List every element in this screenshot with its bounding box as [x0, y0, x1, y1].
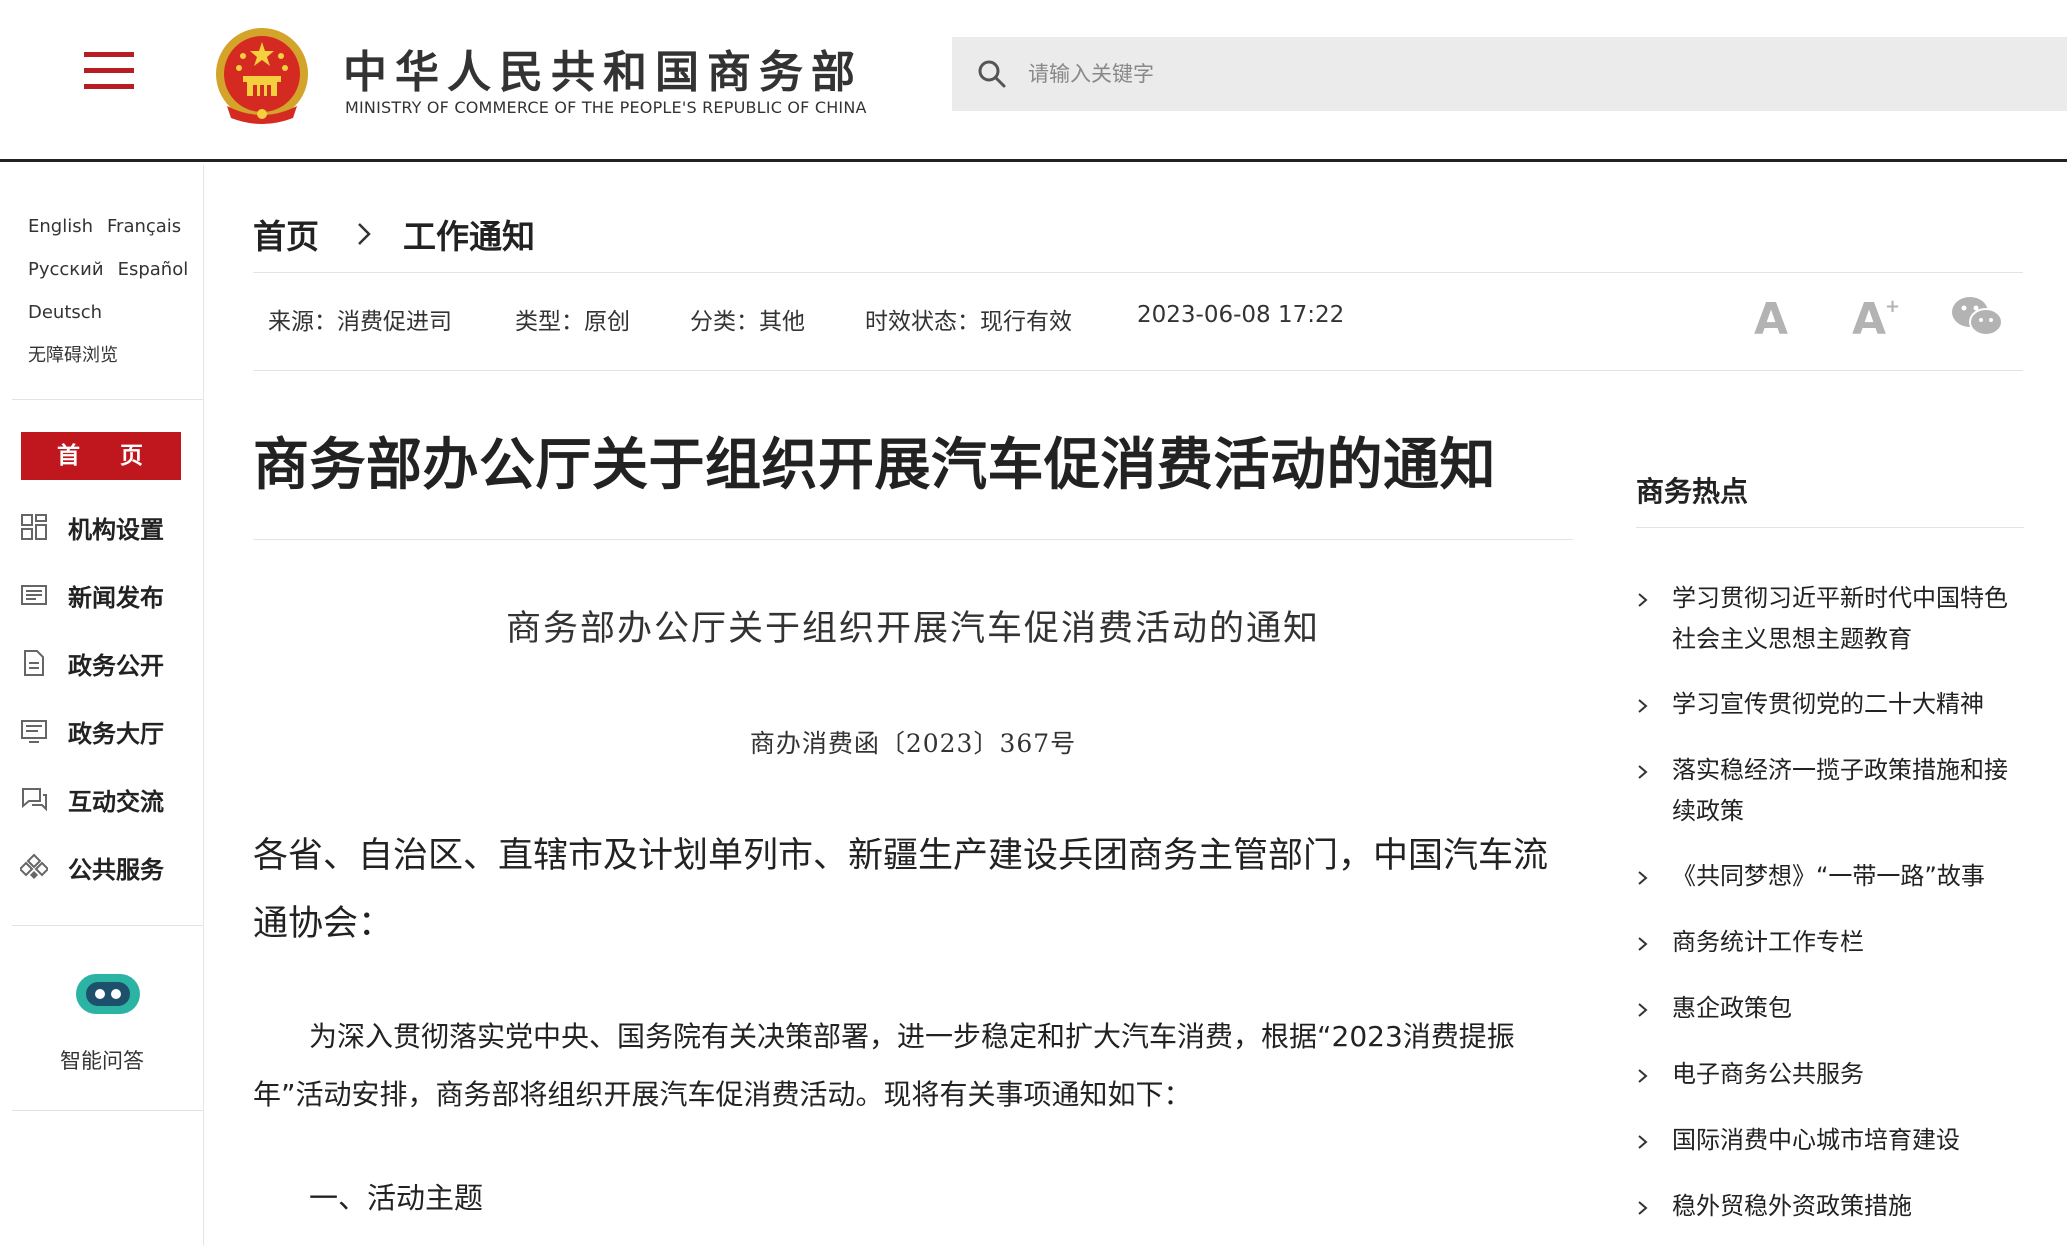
nav-home-button[interactable]: 首 页: [21, 432, 181, 480]
hot-topic-item[interactable]: 《共同梦想》“一带一路”故事: [1636, 856, 2026, 897]
recipients-paragraph: 各省、自治区、直辖市及计划单列市、新疆生产建设兵团商务主管部门，中国汽车流通协会…: [253, 836, 1549, 944]
nav-item-service-hall[interactable]: 政务大厅: [20, 711, 164, 751]
lang-russian-link[interactable]: Русский: [28, 259, 104, 280]
sidebar-divider: [12, 1110, 204, 1111]
lang-french-link[interactable]: Français: [107, 216, 181, 237]
chevron-right-icon: [1638, 699, 1648, 713]
search-icon[interactable]: [976, 58, 1008, 90]
nav-item-label: 政务公开: [68, 651, 164, 680]
chevron-right-icon: [1638, 1069, 1648, 1083]
accessibility-link[interactable]: 无障碍浏览: [28, 345, 118, 366]
nav-item-label: 机构设置: [68, 515, 164, 544]
hot-topics-title: 商务热点: [1636, 475, 1749, 508]
hot-topic-label[interactable]: 《共同梦想》“一带一路”故事: [1672, 856, 1985, 897]
document-icon: [24, 650, 44, 676]
title-divider: [253, 539, 1573, 540]
nav-item-label: 互动交流: [68, 787, 164, 816]
menu-icon[interactable]: [84, 52, 134, 92]
section-heading: 一、活动主题: [309, 1181, 484, 1215]
breadcrumb-divider: [253, 272, 2023, 273]
left-sidebar: English Français Русский Español Deutsch 无…: [0, 165, 204, 1246]
chevron-right-icon: [1638, 1135, 1648, 1149]
hot-topic-item[interactable]: 国际消费中心城市培育建设: [1636, 1120, 2026, 1161]
chevron-right-icon: [1638, 871, 1648, 885]
hot-topic-label[interactable]: 商务统计工作专栏: [1672, 922, 1864, 963]
site-subtitle: MINISTRY OF COMMERCE OF THE PEOPLE'S REP…: [345, 98, 867, 117]
font-size-decrease-icon[interactable]: A: [1752, 292, 1792, 340]
service-hall-icon: [21, 720, 47, 743]
chevron-right-icon: [1638, 1003, 1648, 1017]
grid-icon: [21, 514, 47, 540]
chevron-right-icon: [1638, 765, 1648, 779]
hot-topic-label[interactable]: 电子商务公共服务: [1672, 1054, 1864, 1095]
chevron-right-icon: [1638, 937, 1648, 951]
hot-topic-item[interactable]: 电子商务公共服务: [1636, 1054, 2026, 1095]
nav-item-label: 政务大厅: [68, 719, 164, 748]
language-links: English Français Русский Español Deutsch 无…: [28, 205, 198, 377]
chevron-right-icon: [1638, 593, 1648, 607]
breadcrumb-home[interactable]: 首页: [253, 210, 319, 258]
hot-topic-item[interactable]: 商务统计工作专栏: [1636, 922, 2026, 963]
svg-text:+: +: [1885, 296, 1900, 317]
hot-topic-label[interactable]: 学习贯彻习近平新时代中国特色社会主义思想主题教育: [1672, 578, 2026, 660]
public-service-icon: [20, 853, 48, 879]
nav-item-government-affairs[interactable]: 政务公开: [20, 643, 164, 683]
body-paragraph: 为深入贯彻落实党中央、国务院有关决策部署，进一步稳定和扩大汽车消费，根据“202…: [253, 1020, 1515, 1111]
svg-text:A: A: [1852, 294, 1886, 340]
chevron-right-icon: [358, 223, 371, 245]
wechat-share-icon[interactable]: [1950, 294, 2004, 338]
nav-item-interaction[interactable]: 互动交流: [20, 779, 164, 819]
site-header: 中华人民共和国商务部 MINISTRY OF COMMERCE OF THE P…: [0, 0, 2067, 162]
breadcrumb-current[interactable]: 工作通知: [403, 210, 535, 258]
document-number: 商办消费函〔2023〕367号: [749, 729, 1077, 758]
breadcrumb: 首页 工作通知: [253, 210, 535, 258]
nav-item-organization[interactable]: 机构设置: [20, 507, 164, 547]
hot-topic-label[interactable]: 学习宣传贯彻党的二十大精神: [1672, 684, 1984, 725]
sidebar-divider: [12, 399, 204, 400]
hot-topic-item[interactable]: 落实稳经济一揽子政策措施和接续政策: [1636, 750, 2026, 832]
font-size-increase-icon[interactable]: A +: [1850, 292, 1900, 340]
meta-type: 类型：原创: [515, 309, 630, 335]
hot-topic-item[interactable]: 学习贯彻习近平新时代中国特色社会主义思想主题教育: [1636, 578, 2026, 660]
article-title: 商务部办公厅关于组织开展汽车促消费活动的通知: [253, 433, 1496, 498]
lang-spanish-link[interactable]: Español: [118, 259, 189, 280]
hot-topics-divider: [1636, 527, 2024, 528]
hot-topic-item[interactable]: 学习宣传贯彻党的二十大精神: [1636, 684, 2026, 725]
hot-topic-label[interactable]: 稳外贸稳外资政策措施: [1672, 1186, 1912, 1227]
newspaper-icon: [21, 585, 47, 605]
nav-item-public-service[interactable]: 公共服务: [20, 847, 164, 887]
sidebar-divider: [12, 925, 204, 926]
meta-status: 时效状态：现行有效: [865, 309, 1072, 335]
nav-item-label: 新闻发布: [68, 583, 164, 612]
meta-divider: [253, 370, 2023, 371]
assistant-label[interactable]: 智能问答: [0, 1045, 204, 1075]
document-title: 商务部办公厅关于组织开展汽车促消费活动的通知: [505, 609, 1320, 649]
national-emblem-logo[interactable]: [213, 24, 311, 128]
hot-topic-label[interactable]: 惠企政策包: [1672, 988, 1792, 1029]
robot-assistant-icon[interactable]: [72, 970, 144, 1018]
hot-topic-label[interactable]: 国际消费中心城市培育建设: [1672, 1120, 1960, 1161]
chevron-right-icon: [1638, 1201, 1648, 1215]
lang-english-link[interactable]: English: [28, 216, 93, 237]
meta-category: 分类：其他: [690, 309, 805, 335]
search-bar[interactable]: [952, 37, 2067, 111]
svg-text:A: A: [1754, 294, 1788, 340]
site-title: 中华人民共和国商务部: [343, 47, 863, 98]
search-input[interactable]: [1028, 62, 1928, 86]
hot-topic-item[interactable]: 稳外贸稳外资政策措施: [1636, 1186, 2026, 1227]
chat-icon: [22, 788, 47, 812]
hot-topic-label[interactable]: 落实稳经济一揽子政策措施和接续政策: [1672, 750, 2026, 832]
lang-german-link[interactable]: Deutsch: [28, 302, 102, 323]
meta-datetime: 2023-06-08 17:22: [1137, 302, 1345, 328]
nav-item-label: 公共服务: [68, 855, 164, 884]
hot-topic-item[interactable]: 惠企政策包: [1636, 988, 2026, 1029]
meta-source: 来源：消费促进司: [268, 309, 452, 335]
nav-item-news[interactable]: 新闻发布: [20, 575, 164, 615]
